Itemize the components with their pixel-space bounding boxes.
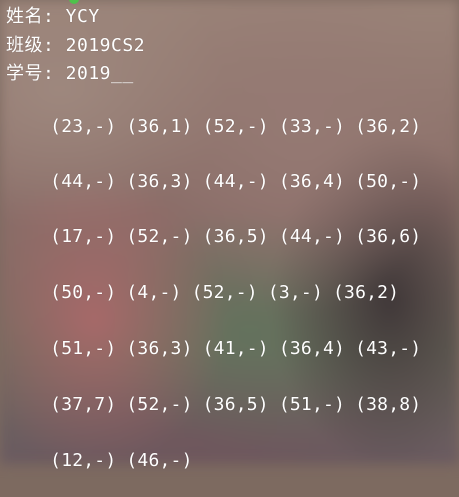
pair: (52,-) xyxy=(126,394,193,415)
pairs-row-6: (37,7) (52,-) (36,5) (51,-) (38,8) xyxy=(6,369,431,415)
pair: (36,3) xyxy=(126,171,193,192)
pair: (12,-) xyxy=(50,450,117,471)
pair: (37,7) xyxy=(50,394,117,415)
pair: (4,-) xyxy=(126,282,182,303)
pair: (17,-) xyxy=(50,226,117,247)
pair: (52,-) xyxy=(126,226,193,247)
pair: (46,-) xyxy=(126,450,193,471)
pair: (36,6) xyxy=(355,226,422,247)
pair: (44,-) xyxy=(202,171,269,192)
pairs-row-1: (23,-) (36,1) (52,-) (33,-) (36,2) xyxy=(6,91,431,137)
pair: (36,1) xyxy=(126,116,193,137)
terminal-output: 姓名: YCY 班级: 2019CS2 学号: 2019__ (23,-) (36… xyxy=(6,0,459,471)
pair: (36,4) xyxy=(278,338,346,359)
pair: (52,-) xyxy=(191,282,258,303)
name-line: 姓名: YCY xyxy=(6,6,100,27)
pair: (43,-) xyxy=(355,338,422,359)
pair: (38,8) xyxy=(355,394,422,415)
pair: (36,4) xyxy=(278,171,346,192)
pair: (36,5) xyxy=(202,226,269,247)
pairs-row-3: (17,-) (52,-) (36,5) (44,-) (36,6) xyxy=(6,201,431,247)
pair: (50,-) xyxy=(50,282,117,303)
pair: (36,3) xyxy=(126,338,193,359)
pair: (51,-) xyxy=(278,394,346,415)
pairs-row-2: (44,-) (36,3) (44,-) (36,4) (50,-) xyxy=(6,146,431,192)
pair: (36,2) xyxy=(355,116,422,137)
pair: (23,-) xyxy=(50,116,117,137)
pair: (33,-) xyxy=(278,116,346,137)
status-dot-icon xyxy=(69,0,79,4)
pairs-row-4: (50,-) (4,-) (52,-) (3,-) (36,2) xyxy=(6,257,409,303)
class-line: 班级: 2019CS2 xyxy=(6,35,146,56)
pairs-row-5: (51,-) (36,3) (41,-) (36,4) (43,-) xyxy=(6,313,431,359)
pair: (44,-) xyxy=(50,171,117,192)
pair: (44,-) xyxy=(278,226,346,247)
pair: (41,-) xyxy=(202,338,269,359)
pair: (52,-) xyxy=(202,116,269,137)
pair: (50,-) xyxy=(355,171,422,192)
pair: (3,-) xyxy=(267,282,323,303)
pair: (36,2) xyxy=(333,282,400,303)
pair: (51,-) xyxy=(50,338,117,359)
student-id-line: 学号: 2019__ xyxy=(6,63,134,84)
pairs-row-7: (12,-) (46,-) xyxy=(6,425,203,471)
pair: (36,5) xyxy=(202,394,269,415)
